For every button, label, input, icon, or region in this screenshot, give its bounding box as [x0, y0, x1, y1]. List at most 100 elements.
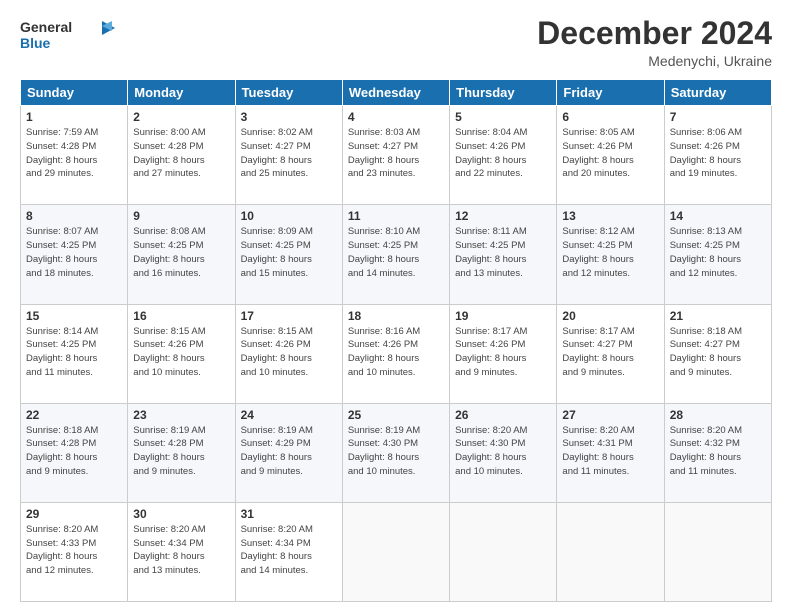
- day-number: 29: [26, 507, 122, 521]
- col-wednesday: Wednesday: [342, 80, 449, 106]
- table-row: 2 Sunrise: 8:00 AM Sunset: 4:28 PM Daylig…: [128, 106, 235, 205]
- table-row: 17Sunrise: 8:15 AM Sunset: 4:26 PM Dayli…: [235, 304, 342, 403]
- day-number: 18: [348, 309, 444, 323]
- table-row: 24 Sunrise: 8:19 AM Sunset: 4:29 PM Dayli…: [235, 403, 342, 502]
- day-number: 28: [670, 408, 766, 422]
- day-number: 7: [670, 110, 766, 124]
- svg-text:General: General: [20, 19, 72, 35]
- table-row: 8 Sunrise: 8:07 AM Sunset: 4:25 PM Daylig…: [21, 205, 128, 304]
- day-number: 2: [133, 110, 229, 124]
- col-thursday: Thursday: [450, 80, 557, 106]
- table-row: 3 Sunrise: 8:02 AM Sunset: 4:27 PM Daylig…: [235, 106, 342, 205]
- table-row: 11 Sunrise: 8:10 AM Sunset: 4:25 PM Dayli…: [342, 205, 449, 304]
- day-number: 20: [562, 309, 658, 323]
- day-info: Sunrise: 8:17 AM Sunset: 4:26 PM Dayligh…: [455, 325, 551, 380]
- table-row: [664, 502, 771, 601]
- table-row: 31 Sunrise: 8:20 AM Sunset: 4:34 PM Dayli…: [235, 502, 342, 601]
- day-number: 9: [133, 209, 229, 223]
- day-info: Sunrise: 8:14 AM Sunset: 4:25 PM Dayligh…: [26, 325, 122, 380]
- table-row: 16 Sunrise: 8:15 AM Sunset: 4:26 PM Dayli…: [128, 304, 235, 403]
- day-info: Sunrise: 8:20 AM Sunset: 4:33 PM Dayligh…: [26, 523, 122, 578]
- day-number: 31: [241, 507, 337, 521]
- day-number: 6: [562, 110, 658, 124]
- table-row: 27Sunrise: 8:20 AM Sunset: 4:31 PM Dayli…: [557, 403, 664, 502]
- day-number: 24: [241, 408, 337, 422]
- day-number: 5: [455, 110, 551, 124]
- day-number: 3: [241, 110, 337, 124]
- day-info: Sunrise: 8:02 AM Sunset: 4:27 PM Dayligh…: [241, 126, 337, 181]
- calendar-header-row: Sunday Monday Tuesday Wednesday Thursday…: [21, 80, 772, 106]
- day-info: Sunrise: 8:09 AM Sunset: 4:25 PM Dayligh…: [241, 225, 337, 280]
- calendar-week-3: 15 Sunrise: 8:14 AM Sunset: 4:25 PM Dayli…: [21, 304, 772, 403]
- day-info: Sunrise: 8:05 AM Sunset: 4:26 PM Dayligh…: [562, 126, 658, 181]
- table-row: 12 Sunrise: 8:11 AM Sunset: 4:25 PM Dayli…: [450, 205, 557, 304]
- table-row: 22 Sunrise: 8:18 AM Sunset: 4:28 PM Dayli…: [21, 403, 128, 502]
- day-info: Sunrise: 8:19 AM Sunset: 4:29 PM Dayligh…: [241, 424, 337, 479]
- table-row: 9 Sunrise: 8:08 AM Sunset: 4:25 PM Daylig…: [128, 205, 235, 304]
- table-row: 23Sunrise: 8:19 AM Sunset: 4:28 PM Dayli…: [128, 403, 235, 502]
- day-info: Sunrise: 8:08 AM Sunset: 4:25 PM Dayligh…: [133, 225, 229, 280]
- table-row: 25Sunrise: 8:19 AM Sunset: 4:30 PM Dayli…: [342, 403, 449, 502]
- day-info: Sunrise: 8:20 AM Sunset: 4:30 PM Dayligh…: [455, 424, 551, 479]
- table-row: 18Sunrise: 8:16 AM Sunset: 4:26 PM Dayli…: [342, 304, 449, 403]
- day-number: 4: [348, 110, 444, 124]
- day-info: Sunrise: 8:00 AM Sunset: 4:28 PM Dayligh…: [133, 126, 229, 181]
- col-saturday: Saturday: [664, 80, 771, 106]
- day-number: 15: [26, 309, 122, 323]
- day-info: Sunrise: 8:17 AM Sunset: 4:27 PM Dayligh…: [562, 325, 658, 380]
- day-info: Sunrise: 8:15 AM Sunset: 4:26 PM Dayligh…: [241, 325, 337, 380]
- day-number: 12: [455, 209, 551, 223]
- day-number: 26: [455, 408, 551, 422]
- day-info: Sunrise: 8:20 AM Sunset: 4:34 PM Dayligh…: [241, 523, 337, 578]
- day-number: 30: [133, 507, 229, 521]
- logo-text: General Blue: [20, 16, 115, 59]
- calendar-week-5: 29 Sunrise: 8:20 AM Sunset: 4:33 PM Dayli…: [21, 502, 772, 601]
- calendar-week-4: 22 Sunrise: 8:18 AM Sunset: 4:28 PM Dayli…: [21, 403, 772, 502]
- table-row: [557, 502, 664, 601]
- day-number: 13: [562, 209, 658, 223]
- day-number: 25: [348, 408, 444, 422]
- day-info: Sunrise: 8:11 AM Sunset: 4:25 PM Dayligh…: [455, 225, 551, 280]
- day-info: Sunrise: 8:18 AM Sunset: 4:28 PM Dayligh…: [26, 424, 122, 479]
- day-info: Sunrise: 7:59 AM Sunset: 4:28 PM Dayligh…: [26, 126, 122, 181]
- day-info: Sunrise: 8:04 AM Sunset: 4:26 PM Dayligh…: [455, 126, 551, 181]
- table-row: 14Sunrise: 8:13 AM Sunset: 4:25 PM Dayli…: [664, 205, 771, 304]
- col-monday: Monday: [128, 80, 235, 106]
- page: General Blue December 2024 Medenychi, Uk…: [0, 0, 792, 612]
- table-row: 28Sunrise: 8:20 AM Sunset: 4:32 PM Dayli…: [664, 403, 771, 502]
- day-number: 19: [455, 309, 551, 323]
- logo: General Blue: [20, 16, 115, 59]
- day-info: Sunrise: 8:03 AM Sunset: 4:27 PM Dayligh…: [348, 126, 444, 181]
- table-row: 20 Sunrise: 8:17 AM Sunset: 4:27 PM Dayli…: [557, 304, 664, 403]
- table-row: 30 Sunrise: 8:20 AM Sunset: 4:34 PM Dayli…: [128, 502, 235, 601]
- calendar-table: Sunday Monday Tuesday Wednesday Thursday…: [20, 79, 772, 602]
- calendar-week-2: 8 Sunrise: 8:07 AM Sunset: 4:25 PM Daylig…: [21, 205, 772, 304]
- day-number: 1: [26, 110, 122, 124]
- day-info: Sunrise: 8:07 AM Sunset: 4:25 PM Dayligh…: [26, 225, 122, 280]
- day-number: 16: [133, 309, 229, 323]
- day-number: 8: [26, 209, 122, 223]
- day-number: 21: [670, 309, 766, 323]
- header: General Blue December 2024 Medenychi, Uk…: [20, 16, 772, 69]
- col-tuesday: Tuesday: [235, 80, 342, 106]
- day-info: Sunrise: 8:15 AM Sunset: 4:26 PM Dayligh…: [133, 325, 229, 380]
- table-row: 1 Sunrise: 7:59 AM Sunset: 4:28 PM Daylig…: [21, 106, 128, 205]
- day-number: 22: [26, 408, 122, 422]
- svg-text:Blue: Blue: [20, 35, 51, 51]
- day-info: Sunrise: 8:13 AM Sunset: 4:25 PM Dayligh…: [670, 225, 766, 280]
- day-number: 10: [241, 209, 337, 223]
- day-info: Sunrise: 8:06 AM Sunset: 4:26 PM Dayligh…: [670, 126, 766, 181]
- table-row: [342, 502, 449, 601]
- day-number: 11: [348, 209, 444, 223]
- day-info: Sunrise: 8:10 AM Sunset: 4:25 PM Dayligh…: [348, 225, 444, 280]
- day-info: Sunrise: 8:20 AM Sunset: 4:34 PM Dayligh…: [133, 523, 229, 578]
- table-row: 10 Sunrise: 8:09 AM Sunset: 4:25 PM Dayli…: [235, 205, 342, 304]
- month-title: December 2024: [537, 16, 772, 51]
- col-sunday: Sunday: [21, 80, 128, 106]
- table-row: 5 Sunrise: 8:04 AM Sunset: 4:26 PM Daylig…: [450, 106, 557, 205]
- col-friday: Friday: [557, 80, 664, 106]
- title-block: December 2024 Medenychi, Ukraine: [537, 16, 772, 69]
- location: Medenychi, Ukraine: [537, 53, 772, 69]
- table-row: 4 Sunrise: 8:03 AM Sunset: 4:27 PM Daylig…: [342, 106, 449, 205]
- day-number: 27: [562, 408, 658, 422]
